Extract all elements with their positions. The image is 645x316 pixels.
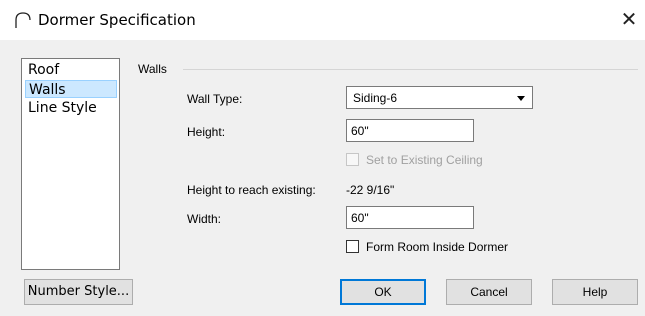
wall-type-select[interactable]: Siding-6 [346, 86, 533, 109]
dormer-arch-icon [15, 12, 31, 28]
help-label: Help [582, 285, 608, 299]
window-title: Dormer Specification [38, 11, 196, 29]
height-to-reach-label: Height to reach existing: [187, 183, 316, 197]
nav-item-roof[interactable]: Roof [25, 61, 117, 79]
cancel-label: Cancel [470, 285, 508, 299]
height-value: 60" [351, 124, 369, 138]
nav-item-walls[interactable]: Walls [25, 80, 117, 98]
height-to-reach-value: -22 9/16" [346, 183, 395, 197]
ok-label: OK [374, 285, 392, 299]
width-input[interactable]: 60" [346, 206, 474, 229]
height-input[interactable]: 60" [346, 119, 474, 142]
set-existing-ceiling-checkbox[interactable] [346, 153, 359, 166]
nav-item-label: Roof [28, 62, 60, 78]
form-room-label: Form Room Inside Dormer [366, 240, 509, 254]
wall-type-value: Siding-6 [353, 91, 398, 105]
form-room-checkbox[interactable] [346, 240, 359, 253]
height-label: Height: [187, 125, 226, 139]
width-label: Width: [187, 212, 222, 226]
nav-item-line-style[interactable]: Line Style [25, 99, 117, 117]
dropdown-arrow-icon [517, 96, 525, 101]
number-style-label: Number Style... [27, 284, 130, 299]
set-existing-ceiling-label: Set to Existing Ceiling [366, 153, 483, 167]
walls-group-label: Walls [138, 62, 167, 76]
group-divider [183, 69, 638, 70]
help-button[interactable]: Help [552, 279, 638, 305]
title-bar: Dormer Specification ✕ [0, 0, 645, 40]
nav-item-label: Line Style [28, 100, 97, 116]
category-list[interactable]: Roof Walls Line Style [21, 58, 120, 270]
wall-type-label: Wall Type: [187, 92, 243, 106]
nav-item-label: Walls [29, 82, 66, 98]
width-value: 60" [351, 211, 369, 225]
number-style-button[interactable]: Number Style... [24, 279, 133, 305]
close-icon: ✕ [620, 7, 638, 31]
close-button[interactable]: ✕ [618, 8, 640, 30]
dialog-body: Roof Walls Line Style Walls Wall Type: S… [0, 40, 645, 316]
ok-button[interactable]: OK [340, 279, 426, 305]
cancel-button[interactable]: Cancel [446, 279, 532, 305]
